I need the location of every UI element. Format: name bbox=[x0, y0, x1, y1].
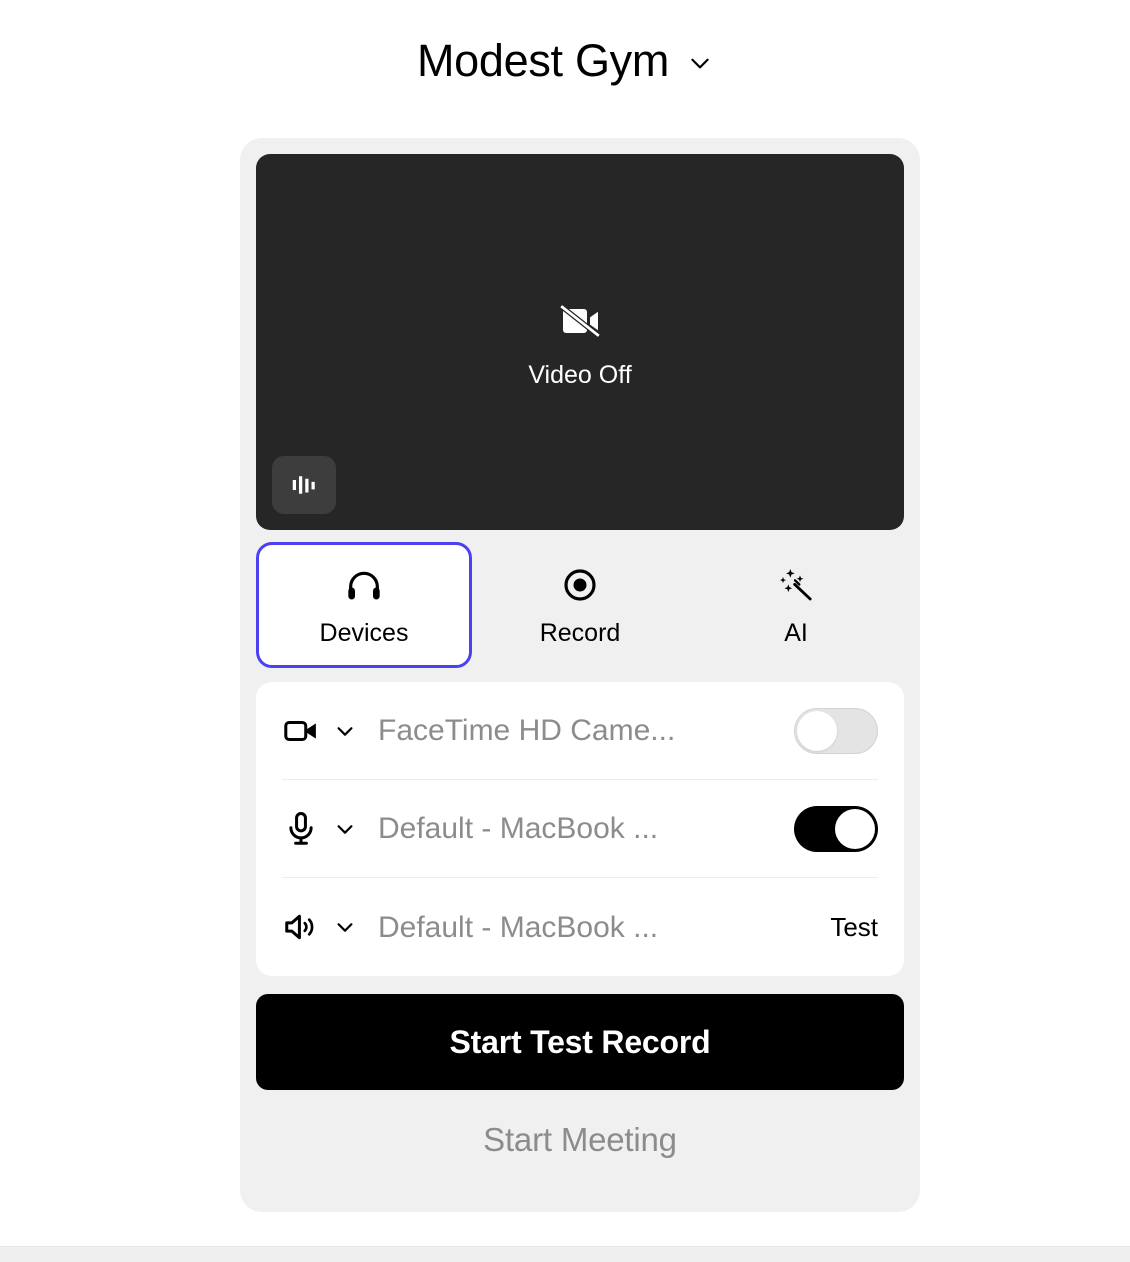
tab-ai[interactable]: AI bbox=[688, 542, 904, 668]
device-row-microphone: Default - MacBook ... bbox=[282, 780, 878, 878]
chevron-down-icon[interactable] bbox=[687, 44, 713, 76]
page-title: Modest Gym bbox=[416, 34, 670, 86]
chevron-down-icon[interactable] bbox=[320, 916, 378, 938]
audio-waveform-icon bbox=[289, 470, 319, 500]
mode-tabs: Devices Record AI bbox=[256, 542, 904, 668]
camera-toggle[interactable] bbox=[794, 707, 878, 754]
headphones-icon bbox=[344, 565, 384, 605]
video-off-icon bbox=[556, 297, 604, 363]
video-camera-icon bbox=[282, 712, 320, 750]
speaker-device-name[interactable]: Default - MacBook ... bbox=[378, 911, 830, 944]
audio-level-button[interactable] bbox=[272, 456, 336, 514]
toggle-knob bbox=[835, 808, 875, 849]
app-root: Modest Gym Video Off Devices Record AI F… bbox=[0, 0, 1130, 1262]
speaker-test-button[interactable]: Test bbox=[830, 914, 878, 940]
chevron-down-icon[interactable] bbox=[320, 818, 378, 840]
bottom-strip bbox=[0, 1246, 1130, 1262]
tab-record[interactable]: Record bbox=[472, 542, 688, 668]
microphone-device-name[interactable]: Default - MacBook ... bbox=[378, 812, 794, 845]
microphone-toggle[interactable] bbox=[794, 805, 878, 852]
tab-devices-label: Devices bbox=[319, 618, 409, 647]
device-row-camera: FaceTime HD Came... bbox=[282, 682, 878, 780]
devices-panel: FaceTime HD Came... Default - MacBook ..… bbox=[256, 682, 904, 976]
start-meeting-button[interactable]: Start Meeting bbox=[256, 1096, 904, 1184]
toggle-knob bbox=[797, 710, 837, 751]
tab-ai-label: AI bbox=[784, 618, 808, 647]
tab-record-label: Record bbox=[539, 618, 621, 647]
microphone-icon bbox=[282, 810, 320, 848]
camera-device-name[interactable]: FaceTime HD Came... bbox=[378, 714, 794, 747]
speaker-icon bbox=[282, 908, 320, 946]
header: Modest Gym bbox=[0, 0, 1130, 120]
start-test-record-button[interactable]: Start Test Record bbox=[256, 994, 904, 1090]
video-status-label: Video Off bbox=[528, 360, 632, 389]
chevron-down-icon[interactable] bbox=[320, 720, 378, 742]
meeting-setup-card: Video Off Devices Record AI FaceTime HD … bbox=[240, 138, 920, 1212]
magic-wand-sparkles-icon bbox=[776, 565, 816, 605]
tab-devices[interactable]: Devices bbox=[256, 542, 472, 668]
video-preview: Video Off bbox=[256, 154, 904, 530]
device-row-speaker: Default - MacBook ... Test bbox=[282, 878, 878, 976]
record-circle-icon bbox=[560, 565, 600, 605]
